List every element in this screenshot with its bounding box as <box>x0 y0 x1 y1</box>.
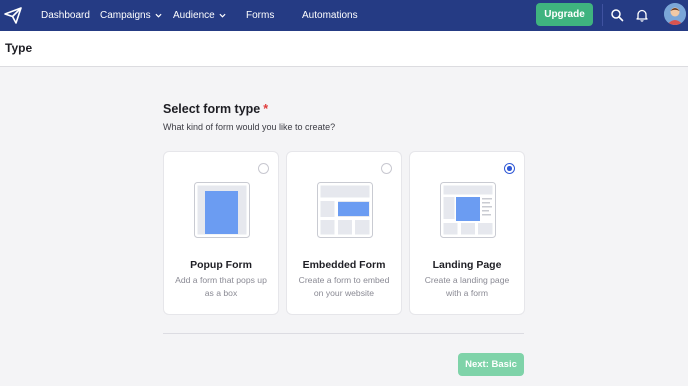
card-title: Popup Form <box>190 259 252 271</box>
paper-plane-logo-icon[interactable] <box>3 5 23 25</box>
required-asterisk: * <box>263 102 269 116</box>
radio-button-selected[interactable] <box>504 163 515 174</box>
card-description: Create a landing page with a form <box>424 275 510 298</box>
popup-form-icon <box>194 182 250 238</box>
page-title: Type <box>5 41 33 55</box>
nav-item-label: Dashboard <box>41 10 90 21</box>
form-type-card-popup[interactable]: Popup Form Add a form that pops up as a … <box>163 151 279 315</box>
nav-item-label: Automations <box>302 10 358 21</box>
form-type-card-landing[interactable]: Landing Page Create a landing page with … <box>409 151 525 315</box>
radio-button[interactable] <box>258 163 269 174</box>
card-description: Add a form that pops up as a box <box>175 275 267 298</box>
nav-item-campaigns[interactable]: Campaigns <box>100 0 162 31</box>
bell-icon[interactable] <box>635 8 649 22</box>
nav-item-automations[interactable]: Automations <box>302 0 358 31</box>
nav-divider <box>602 4 603 26</box>
user-avatar-icon <box>664 3 686 25</box>
card-title: Embedded Form <box>302 259 386 271</box>
card-description: Create a form to embed on your website <box>298 275 390 298</box>
avatar[interactable] <box>664 3 686 25</box>
radio-button[interactable] <box>381 163 392 174</box>
divider <box>163 333 524 334</box>
embedded-form-icon <box>317 182 373 238</box>
landing-page-icon <box>440 182 496 238</box>
form-type-card-embedded[interactable]: Embedded Form Create a form to embed on … <box>286 151 402 315</box>
search-icon[interactable] <box>610 8 624 22</box>
nav-item-label: Audience <box>173 10 215 21</box>
nav-item-label: Forms <box>246 10 275 21</box>
nav-item-dashboard[interactable]: Dashboard <box>41 0 90 31</box>
section-title: Select form type * <box>163 102 268 116</box>
section-title-text: Select form type <box>163 102 261 116</box>
next-basic-button[interactable]: Next: Basic <box>458 353 524 376</box>
nav-item-forms[interactable]: Forms <box>246 0 274 31</box>
upgrade-button[interactable]: Upgrade <box>536 3 593 26</box>
chevron-down-icon <box>219 13 226 18</box>
page-header: Type <box>0 31 688 67</box>
nav-item-label: Campaigns <box>100 10 151 21</box>
top-navbar: Dashboard Campaigns Audience Forms Autom… <box>0 0 688 31</box>
card-title: Landing Page <box>432 259 502 271</box>
chevron-down-icon <box>155 13 162 18</box>
section-subtitle: What kind of form would you like to crea… <box>163 122 336 132</box>
nav-item-audience[interactable]: Audience <box>173 0 226 31</box>
